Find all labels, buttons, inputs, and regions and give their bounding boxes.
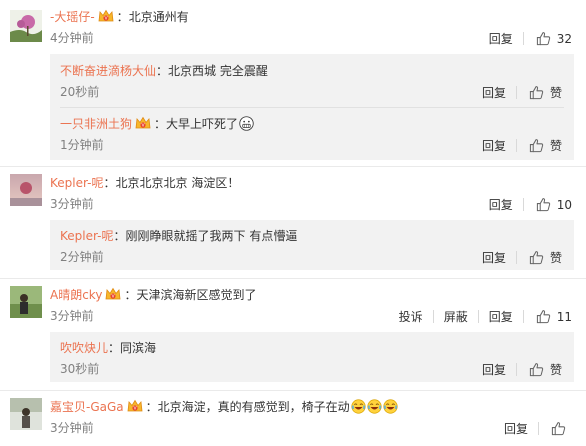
reply-username[interactable]: 一只非洲土狗: [60, 117, 132, 131]
comment-item: A晴朗cky ：天津滨海新区感觉到了 3分钟前 投诉 屏蔽 回复 11 吹吹炔儿：…: [0, 278, 586, 390]
reply-button[interactable]: 回复: [479, 196, 523, 213]
like-button[interactable]: 32: [524, 31, 572, 46]
like-button[interactable]: 10: [524, 197, 572, 212]
reply-button[interactable]: 回复: [494, 420, 538, 437]
reply-list: Kepler-呢：刚刚睁眼就摇了我两下 有点懵逼 2分钟前 回复 赞: [50, 220, 574, 270]
reply-username[interactable]: 不断奋进滴杨大仙: [60, 64, 156, 78]
laugh-cry-emoji-icon: [367, 399, 382, 414]
comment-text: 天津滨海新区感觉到了: [136, 288, 257, 302]
reply-button[interactable]: 回复: [479, 308, 523, 325]
reply-list: 不断奋进滴杨大仙：北京西城 完全震醒 20秒前 回复 赞 一只非洲土狗 ：大早上吓…: [50, 54, 574, 160]
comment-username[interactable]: Kepler-呢: [50, 176, 104, 190]
reply-item: 一只非洲土狗 ：大早上吓死了 1分钟前 回复 赞: [60, 116, 562, 154]
reply-time: 1分钟前: [60, 138, 104, 152]
reply-text: 大早上吓死了: [166, 117, 239, 131]
like-button[interactable]: 赞: [517, 84, 562, 101]
reply-button[interactable]: 回复: [472, 84, 516, 101]
user-avatar[interactable]: [10, 286, 42, 318]
thumbs-up-icon: [529, 138, 544, 153]
reply-username[interactable]: 吹吹炔儿: [60, 341, 108, 355]
comment-item: Kepler-呢：北京北京北京 海淀区！ 3分钟前 回复 10 Kepler-呢…: [0, 166, 586, 278]
comment-time: 3分钟前: [50, 197, 94, 211]
reply-list: 吹吹炔儿：同滨海 30秒前 回复 赞: [50, 332, 574, 382]
like-button[interactable]: [539, 421, 572, 436]
like-count: 10: [556, 197, 572, 212]
reply-item: 不断奋进滴杨大仙：北京西城 完全震醒 20秒前 回复 赞: [60, 64, 562, 101]
thumbs-up-icon: [536, 197, 551, 212]
report-button[interactable]: 投诉: [389, 308, 433, 325]
comment-username[interactable]: -大瑶仔-: [50, 10, 95, 24]
comment-text: 北京海淀，真的有感觉到，椅子在动: [157, 400, 350, 414]
like-label: 赞: [549, 86, 562, 100]
user-avatar[interactable]: [10, 398, 42, 430]
comment-actions: 回复 32: [479, 30, 572, 47]
like-button[interactable]: 11: [524, 309, 572, 324]
vip-badge-icon: [127, 399, 143, 413]
laugh-cry-emoji-icon: [383, 399, 398, 414]
reply-button[interactable]: 回复: [472, 361, 516, 378]
like-count: 11: [556, 309, 572, 324]
vip-badge-icon: [98, 9, 114, 23]
user-avatar[interactable]: [10, 174, 42, 206]
comment-username[interactable]: 嘉宝贝-GaGa: [50, 400, 124, 414]
reply-time: 20秒前: [60, 85, 100, 99]
thumbs-up-icon: [529, 362, 544, 377]
reply-item: 吹吹炔儿：同滨海 30秒前 回复 赞: [60, 341, 562, 378]
laugh-cry-emoji-icon: [351, 399, 366, 414]
like-label: 赞: [549, 363, 562, 377]
vip-badge-icon: [105, 287, 121, 301]
vip-badge-icon: [135, 116, 151, 130]
thumbs-up-icon: [551, 421, 566, 436]
like-label: 赞: [549, 139, 562, 153]
comment-username[interactable]: A晴朗cky: [50, 288, 102, 302]
comment-time: 3分钟前: [50, 309, 94, 323]
reply-button[interactable]: 回复: [472, 249, 516, 266]
reply-time: 2分钟前: [60, 250, 104, 264]
reply-time: 30秒前: [60, 362, 100, 376]
block-button[interactable]: 屏蔽: [434, 308, 478, 325]
grimace-emoji-icon: [239, 116, 254, 131]
reply-text: 同滨海: [120, 341, 157, 355]
reply-button[interactable]: 回复: [479, 30, 523, 47]
comment-item: 嘉宝贝-GaGa ：北京海淀，真的有感觉到，椅子在动 3分钟前 回复: [0, 390, 586, 446]
thumbs-up-icon: [536, 309, 551, 324]
thumbs-up-icon: [536, 31, 551, 46]
like-button[interactable]: 赞: [517, 361, 562, 378]
like-label: 赞: [549, 251, 562, 265]
reply-text: 北京西城 完全震醒: [168, 64, 268, 78]
thumbs-up-icon: [529, 85, 544, 100]
reply-username[interactable]: Kepler-呢: [60, 229, 114, 243]
like-button[interactable]: 赞: [517, 249, 562, 266]
like-count: 32: [556, 31, 572, 46]
reply-text: 刚刚睁眼就摇了我两下 有点懵逼: [125, 229, 298, 243]
comment-item: -大瑶仔- ：北京通州有 4分钟前 回复 32 不断奋进滴杨大仙：北京西城 完全震…: [0, 0, 586, 170]
comment-time: 4分钟前: [50, 31, 94, 45]
comment-time: 3分钟前: [50, 421, 94, 435]
user-avatar[interactable]: [10, 10, 42, 42]
comment-text: 北京通州有: [128, 10, 189, 24]
comment-text: 北京北京北京 海淀区！: [115, 176, 240, 190]
reply-button[interactable]: 回复: [472, 137, 516, 154]
reply-item: Kepler-呢：刚刚睁眼就摇了我两下 有点懵逼 2分钟前 回复 赞: [60, 229, 562, 266]
thumbs-up-icon: [529, 250, 544, 265]
like-button[interactable]: 赞: [517, 137, 562, 154]
